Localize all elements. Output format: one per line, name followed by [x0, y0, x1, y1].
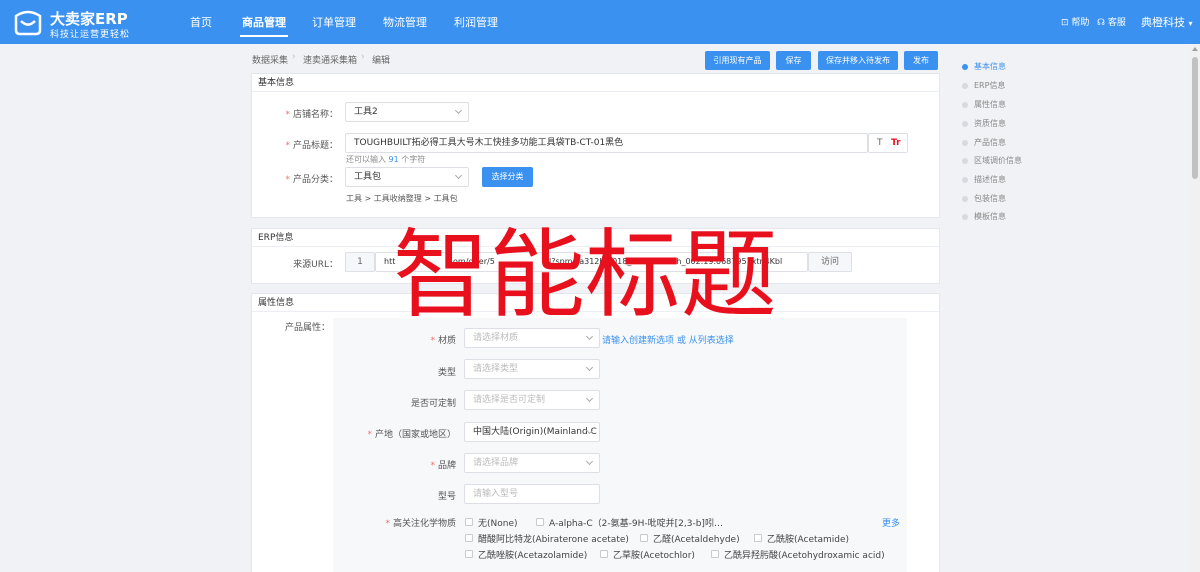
chem-checkbox[interactable] — [465, 550, 473, 558]
anchor-description-info[interactable]: 描述信息 — [962, 173, 1062, 187]
model-label: 型号 — [437, 492, 456, 502]
chem-option-label: 醋酸阿比特龙(Abiraterone acetate) — [478, 535, 629, 545]
save-and-move-button[interactable]: 保存并移入待发布 — [818, 51, 898, 70]
headset-icon: ☊ — [1097, 18, 1105, 28]
shop-name-label: * 店铺名称： — [285, 110, 338, 120]
page-scrollbar[interactable] — [1190, 44, 1200, 572]
chem-checkbox[interactable] — [600, 550, 608, 558]
more-link[interactable]: 更多 — [882, 516, 900, 529]
chem-checkbox[interactable] — [465, 518, 473, 526]
reference-product-button[interactable]: 引用现有产品 — [705, 51, 770, 70]
breadcrumb-data-collect[interactable]: 数据采集 — [252, 53, 288, 66]
scrollbar-thumb[interactable] — [1192, 57, 1198, 179]
anchor-regional-pricing[interactable]: 区域调价信息 — [962, 154, 1062, 168]
top-header: 大卖家ERP 科技让运营更轻松 首页 商品管理 订单管理 物流管理 利润管理 ⊡… — [0, 0, 1200, 44]
logo-subtitle: 科技让运营更轻松 — [50, 30, 131, 40]
help-icon: ⊡ — [1061, 18, 1069, 28]
anchor-attribute-info[interactable]: 属性信息 — [962, 98, 1062, 112]
origin-select[interactable]: 中国大陆(Origin)(Mainland C — [464, 422, 600, 442]
smart-title-overlay: 智能标题 — [393, 219, 777, 331]
text-format-icon[interactable]: T — [877, 134, 883, 152]
url-index: 1 — [345, 252, 375, 272]
chem-checkbox[interactable] — [536, 518, 544, 526]
select-category-button[interactable]: 选择分类 — [482, 167, 533, 187]
brand-label: * 品牌 — [430, 461, 456, 471]
product-title-input[interactable]: TOUGHBUILT拓必得工具大号木工快挂多功能工具袋TB-CT-01黑色 — [345, 133, 868, 153]
chevron-down-icon — [585, 457, 594, 466]
help-link[interactable]: ⊡ 帮助 — [1061, 15, 1089, 28]
chevron-right-icon: › — [292, 52, 296, 62]
category-label: * 产品分类： — [285, 175, 338, 185]
chem-option-label: 乙醛(Acetaldehyde) — [653, 535, 740, 545]
chem-option-label: 乙草胺(Acetochlor) — [613, 551, 695, 561]
title-tools: T Tr — [868, 133, 908, 153]
brand-select[interactable]: 请选择品牌 — [464, 453, 600, 473]
chevron-down-icon — [585, 363, 594, 372]
company-menu[interactable]: 典橙科技 ▾ — [1141, 14, 1193, 30]
publish-button[interactable]: 发布 — [904, 51, 938, 70]
nav-logistics[interactable]: 物流管理 — [383, 14, 427, 30]
remaining-chars: 还可以输入 91 个字符 — [346, 155, 426, 164]
nav-home[interactable]: 首页 — [190, 14, 212, 30]
nav-orders[interactable]: 订单管理 — [312, 14, 356, 30]
chevron-down-icon — [454, 171, 463, 180]
shop-select[interactable]: 工具2 — [345, 102, 469, 122]
save-button[interactable]: 保存 — [776, 51, 811, 70]
anchor-package-info[interactable]: 包装信息 — [962, 192, 1062, 206]
chem-option-label: 乙酰异羟肟酸(Acetohydroxamic acid) — [724, 551, 885, 561]
chem-checkbox[interactable] — [465, 534, 473, 542]
breadcrumb-edit: 编辑 — [372, 56, 391, 66]
type-label: 类型 — [437, 368, 456, 378]
origin-label: * 产地（国家或地区） — [367, 430, 456, 440]
service-link[interactable]: ☊ 客服 — [1097, 15, 1126, 28]
scroll-up-icon[interactable] — [1192, 47, 1198, 51]
chem-checkbox[interactable] — [711, 550, 719, 558]
logo-icon — [14, 10, 42, 36]
anchor-template-info[interactable]: 模板信息 — [962, 210, 1062, 224]
chevron-down-icon — [454, 106, 463, 115]
translate-icon[interactable]: Tr — [891, 134, 901, 152]
logo[interactable]: 大卖家ERP 科技让运营更轻松 — [12, 5, 142, 41]
chevron-down-icon: ▾ — [1188, 19, 1193, 28]
customizable-label: 是否可定制 — [410, 399, 456, 409]
panel-title: 基本信息 — [252, 74, 939, 92]
product-attr-label: 产品属性： — [285, 323, 331, 333]
model-input[interactable]: 请输入型号 — [464, 484, 600, 504]
chem-option-label: 乙酰唑胺(Acetazolamide) — [478, 551, 588, 561]
category-select[interactable]: 工具包 — [345, 167, 469, 187]
chem-option-label: 无(None) — [478, 519, 518, 529]
nav-products[interactable]: 商品管理 — [240, 14, 288, 37]
visit-button[interactable]: 访问 — [808, 252, 852, 272]
chem-checkbox[interactable] — [640, 534, 648, 542]
chemicals-label: * 高关注化学物质 — [385, 519, 456, 529]
type-select[interactable]: 请选择类型 — [464, 359, 600, 379]
logo-title: 大卖家ERP — [50, 10, 128, 28]
anchor-product-info[interactable]: 产品信息 — [962, 136, 1062, 150]
category-path: 工具 > 工具收纳整理 > 工具包 — [346, 194, 458, 203]
source-url-label: 来源URL： — [293, 260, 338, 270]
chem-checkbox[interactable] — [754, 534, 762, 542]
chevron-right-icon: › — [361, 52, 365, 62]
chevron-down-icon — [585, 394, 594, 403]
anchor-qualification-info[interactable]: 资质信息 — [962, 117, 1062, 131]
anchor-basic-info[interactable]: 基本信息 — [962, 60, 1062, 74]
breadcrumb-collect-box[interactable]: 速卖通采集箱 — [303, 53, 357, 66]
anchor-erp-info[interactable]: ERP信息 — [962, 79, 1062, 93]
nav-profit[interactable]: 利润管理 — [454, 14, 498, 30]
customizable-select[interactable]: 请选择是否可定制 — [464, 390, 600, 410]
chem-option-label: 乙酰胺(Acetamide) — [767, 535, 850, 545]
product-title-label: * 产品标题： — [285, 141, 338, 151]
chem-option-label: A-alpha-C（2-氨基-9H-吡啶并[2,3-b]吲… — [549, 519, 723, 529]
